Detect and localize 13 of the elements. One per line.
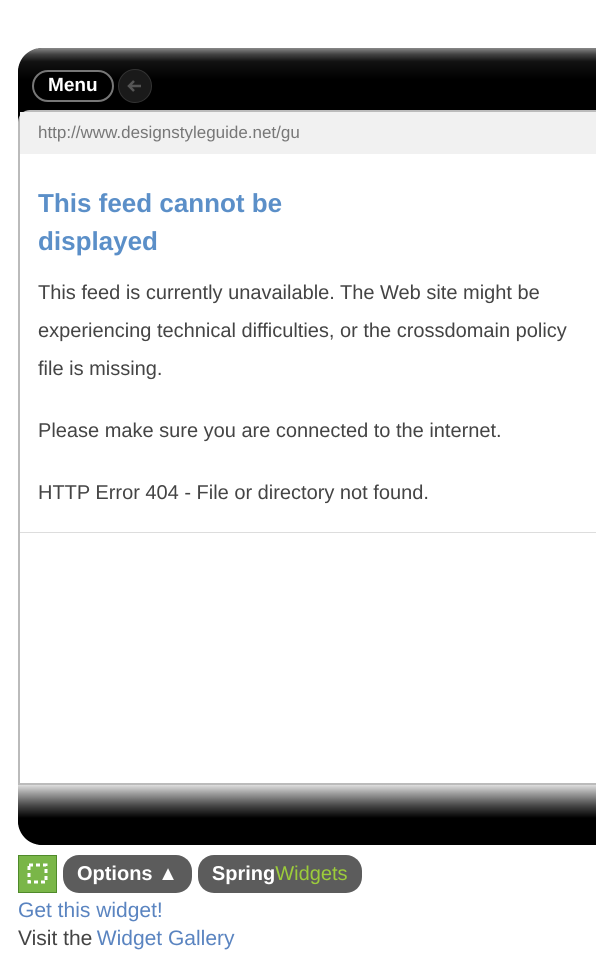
menu-button[interactable]: Menu <box>32 70 114 102</box>
gallery-link[interactable]: Widget Gallery <box>96 927 234 950</box>
widget-icon[interactable] <box>18 855 57 893</box>
error-message: This feed is currently unavailable. The Web site might be experiencing technical difficulties, or the crossdomain policy file is missing. <box>38 281 568 382</box>
error-message: HTTP Error 404 - File or directory not found. <box>38 481 430 506</box>
error-title: This feed cannot be displayed <box>38 187 284 258</box>
springwidgets-button[interactable]: SpringWidgets <box>198 855 362 893</box>
error-message: Please make sure you are connected to the internet. <box>38 419 503 444</box>
get-widget-link[interactable]: Get this widget! <box>18 899 163 922</box>
options-button[interactable]: Options ▲ <box>63 855 192 893</box>
feed-url: http://www.designstyleguide.net/gu <box>20 112 596 154</box>
visit-label: Visit the <box>18 927 92 950</box>
back-button[interactable] <box>118 69 152 103</box>
